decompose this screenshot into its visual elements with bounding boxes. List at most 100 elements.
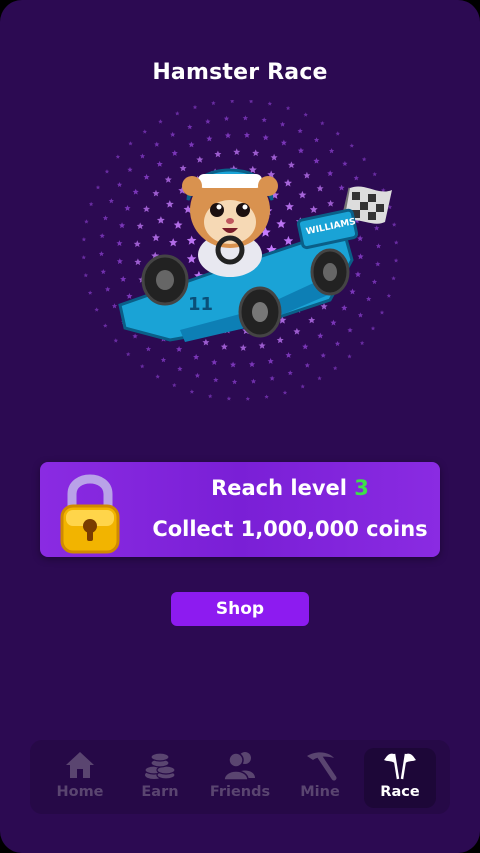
burst-star — [145, 346, 152, 352]
burst-star — [132, 333, 138, 339]
burst-star — [252, 149, 260, 157]
burst-star — [84, 219, 89, 224]
burst-star — [287, 161, 295, 169]
burst-star — [124, 205, 131, 211]
burst-star — [303, 112, 308, 117]
nav-race-label: Race — [380, 784, 420, 800]
burst-star — [349, 143, 354, 148]
burst-star — [154, 141, 160, 147]
burst-star — [261, 117, 267, 123]
burst-star — [327, 170, 334, 177]
burst-star — [361, 157, 367, 162]
burst-star — [342, 160, 348, 166]
burst-star — [136, 222, 144, 230]
burst-star — [231, 379, 238, 385]
burst-star — [248, 361, 256, 368]
burst-star — [188, 141, 195, 148]
burst-star — [189, 389, 195, 394]
burst-star — [223, 115, 230, 121]
burst-star — [120, 275, 127, 282]
burst-star — [196, 156, 204, 163]
burst-star — [186, 254, 197, 264]
level-requirement-text: Reach level 3 — [140, 476, 440, 500]
burst-star — [309, 205, 318, 213]
burst-star — [303, 171, 311, 179]
burst-star — [152, 189, 160, 197]
burst-star — [270, 153, 278, 161]
burst-star — [327, 199, 335, 207]
burst-star — [262, 134, 269, 141]
locked-requirements-card: Reach level 3 Collect 1,000,000 coins — [40, 462, 440, 557]
burst-star — [139, 153, 146, 159]
race-screen: Hamster Race WILLIAMS 11 Reach level 3 C… — [0, 0, 480, 853]
burst-star — [108, 198, 114, 204]
burst-star — [379, 310, 385, 315]
burst-star — [205, 118, 211, 124]
nav-earn[interactable]: Earn — [124, 748, 196, 808]
burst-star — [214, 150, 222, 158]
burst-star — [168, 238, 178, 247]
burst-star — [242, 115, 249, 121]
burst-star — [334, 341, 341, 347]
burst-star — [316, 184, 324, 192]
burst-star — [267, 101, 272, 106]
burst-star — [393, 258, 399, 263]
burst-star — [116, 258, 123, 265]
burst-star — [156, 160, 163, 167]
burst-star — [192, 104, 198, 110]
burst-star — [375, 261, 381, 267]
burst-star — [394, 240, 399, 245]
burst-star — [133, 240, 141, 247]
burst-star — [102, 215, 109, 221]
home-icon — [66, 752, 94, 778]
nav-friends[interactable]: Friends — [204, 748, 276, 808]
burst-star — [330, 319, 337, 326]
burst-star — [372, 171, 377, 177]
burst-star — [308, 316, 316, 324]
burst-star — [357, 253, 364, 260]
burst-star — [357, 312, 364, 318]
burst-star — [374, 225, 380, 231]
burst-star — [283, 235, 294, 246]
burst-star — [335, 131, 340, 136]
burst-star — [264, 394, 269, 399]
burst-star — [287, 370, 293, 376]
burst-star — [354, 271, 362, 278]
shop-button[interactable]: Shop — [171, 592, 309, 626]
burst-star — [126, 351, 131, 357]
burst-star — [118, 222, 126, 229]
burst-star — [95, 185, 101, 190]
burst-star — [230, 361, 237, 368]
nav-mine[interactable]: Mine — [284, 748, 356, 808]
burst-star — [165, 200, 174, 208]
burst-star — [211, 359, 218, 365]
burst-star — [313, 137, 320, 143]
burst-star — [158, 119, 163, 124]
pickaxe-icon — [307, 752, 337, 781]
burst-star — [279, 121, 286, 127]
burst-star — [375, 243, 382, 249]
burst-star — [103, 323, 108, 328]
burst-star — [391, 222, 397, 227]
burst-star — [155, 374, 160, 379]
burst-star — [276, 336, 284, 344]
nav-home-label: Home — [56, 784, 104, 800]
burst-star — [104, 169, 110, 174]
burst-star — [176, 346, 183, 352]
burst-star — [245, 396, 250, 401]
hamster-race-illustration: WILLIAMS 11 — [80, 98, 400, 410]
nav-race[interactable]: Race — [364, 748, 436, 808]
burst-star — [116, 182, 123, 187]
nav-home[interactable]: Home — [44, 748, 116, 808]
burst-star — [347, 354, 352, 359]
burst-star — [140, 364, 145, 369]
burst-star — [353, 175, 359, 181]
required-level-value: 3 — [354, 476, 369, 500]
nav-friends-label: Friends — [209, 784, 271, 800]
burst-star — [152, 233, 160, 242]
burst-star — [391, 276, 396, 281]
burst-star — [297, 128, 303, 134]
burst-star — [293, 327, 301, 335]
burst-star — [267, 358, 274, 364]
burst-star — [143, 173, 150, 180]
